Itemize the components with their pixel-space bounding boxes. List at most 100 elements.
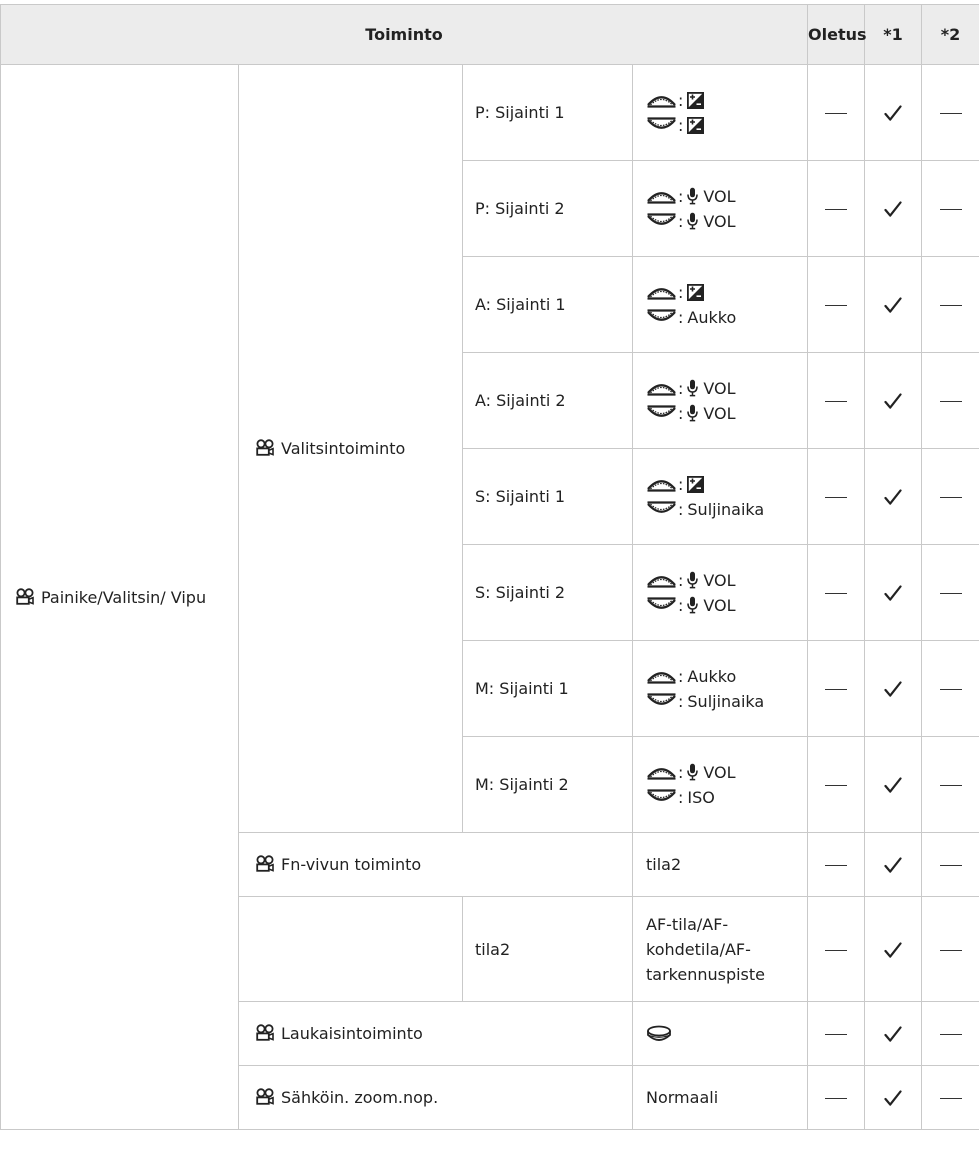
- mark-value: —: [847, 1021, 848, 1022]
- default-cell: : VOL : ISO: [631, 736, 809, 833]
- setting-cell: M: Sijainti 2: [462, 736, 633, 833]
- front-dial-line: :: [646, 88, 807, 113]
- default-cell: :: Aukko: [631, 256, 809, 353]
- mark-value: ✓: [902, 676, 903, 677]
- mark-col-3: —: [921, 640, 979, 737]
- rear-dial-icon: [647, 213, 676, 225]
- mark-col-3: —: [921, 64, 979, 161]
- colon: :: [678, 115, 684, 135]
- mic-icon: [687, 212, 699, 230]
- colon: :: [678, 499, 684, 519]
- front-dial-value: VOL: [703, 762, 736, 782]
- front-dial-icon: [647, 288, 676, 300]
- mic-icon: [687, 571, 699, 589]
- front-dial-line: :: [646, 472, 807, 497]
- front-dial-icon: [647, 768, 676, 780]
- front-dial-line: : VOL: [646, 376, 807, 401]
- mark-value: —: [962, 772, 963, 773]
- mark-col-2: ✓: [864, 1065, 923, 1130]
- check-icon: [884, 585, 902, 601]
- dash-mark: [825, 497, 848, 498]
- default-cell: : VOL: VOL: [631, 352, 809, 449]
- check-icon: [884, 941, 902, 958]
- table-row: Painike/Valitsin/ Vipu Valitsintoiminto P:…: [0, 64, 979, 1130]
- dash-mark: [939, 497, 962, 498]
- mark-col-1: —: [807, 736, 866, 833]
- rear-dial-icon: [647, 405, 676, 417]
- mark-col-1: —: [807, 896, 866, 1002]
- front-dial-line: : VOL: [646, 568, 807, 593]
- rear-dial-icon: [647, 597, 676, 609]
- dash-mark: [825, 689, 848, 690]
- mark-col-3: —: [921, 1065, 979, 1130]
- colon: :: [678, 570, 684, 590]
- colon: :: [678, 211, 684, 231]
- mark-value: —: [847, 484, 848, 485]
- colon: :: [678, 90, 684, 110]
- dash-mark: [939, 689, 962, 690]
- rear-dial-value: Aukko: [687, 307, 737, 327]
- colon: :: [678, 186, 684, 206]
- dash-mark: [825, 305, 848, 306]
- setting-cell: S: Sijainti 2: [462, 544, 633, 641]
- colon: :: [678, 307, 684, 327]
- colon: :: [678, 474, 684, 494]
- mark-value: ✓: [902, 772, 903, 773]
- front-dial-line: :: [646, 280, 807, 305]
- mark-col-2: ✓: [864, 640, 923, 737]
- rear-dial-value: Suljinaika: [687, 691, 765, 711]
- mark-value: —: [962, 196, 963, 197]
- af-default-line: tarkennuspiste: [646, 964, 766, 984]
- dash-mark: [825, 401, 848, 402]
- mark-col-2: ✓: [864, 1001, 923, 1066]
- mark-value: —: [847, 937, 848, 938]
- exposure-comp-icon: [687, 116, 705, 134]
- shutter-cell: Laukaisintoiminto: [238, 1001, 633, 1066]
- check-icon: [884, 857, 902, 873]
- dash-mark: [939, 785, 962, 786]
- front-dial-icon: [647, 192, 676, 204]
- mark-value: —: [847, 772, 848, 773]
- default-cell: : VOL: VOL: [631, 160, 809, 257]
- dash-mark: [825, 865, 848, 866]
- mark-value: —: [962, 852, 963, 853]
- dash-mark: [939, 209, 962, 210]
- default-cell: Normaali: [631, 1065, 809, 1130]
- default-cell: ::: [631, 64, 809, 161]
- mark-value: —: [962, 292, 963, 293]
- mark-value: —: [962, 1021, 963, 1022]
- mark-col-2: ✓: [864, 352, 923, 449]
- rear-dial-line: : Aukko: [646, 305, 807, 330]
- mark-value: —: [962, 388, 963, 389]
- setting-cell: A: Sijainti 1: [462, 256, 633, 353]
- group-label-cell: Painike/Valitsin/ Vipu: [0, 64, 239, 1130]
- zoom-default: Normaali: [646, 1088, 719, 1107]
- setting-label: A: Sijainti 1: [475, 295, 566, 314]
- colon: :: [678, 595, 684, 615]
- front-dial-icon: [647, 96, 676, 108]
- mark-value: —: [847, 196, 848, 197]
- colon: :: [678, 762, 684, 782]
- exposure-comp-icon: [687, 475, 705, 493]
- mic-icon: [687, 187, 699, 205]
- header-row: Toiminto Oletus *1 *2 *3: [0, 4, 979, 65]
- mark-col-1: —: [807, 160, 866, 257]
- colon: :: [678, 666, 684, 686]
- mark-value: —: [847, 676, 848, 677]
- header-function: Toiminto: [0, 4, 809, 65]
- mark-value: —: [847, 1085, 848, 1086]
- front-dial-value: VOL: [703, 186, 736, 206]
- mark-col-1: —: [807, 832, 866, 897]
- colon: :: [678, 787, 684, 807]
- mark-col-3: —: [921, 736, 979, 833]
- dash-mark: [939, 865, 962, 866]
- mark-col-2: ✓: [864, 896, 923, 1002]
- dash-mark: [939, 949, 962, 951]
- rear-dial-line: : Suljinaika: [646, 689, 807, 714]
- mark-value: ✓: [902, 852, 903, 853]
- header-col-1: *1: [864, 4, 923, 65]
- mark-col-2: ✓: [864, 160, 923, 257]
- rear-dial-line: : ISO: [646, 785, 807, 810]
- mark-col-1: —: [807, 352, 866, 449]
- af-default-line: AF-tila/AF-: [646, 914, 729, 934]
